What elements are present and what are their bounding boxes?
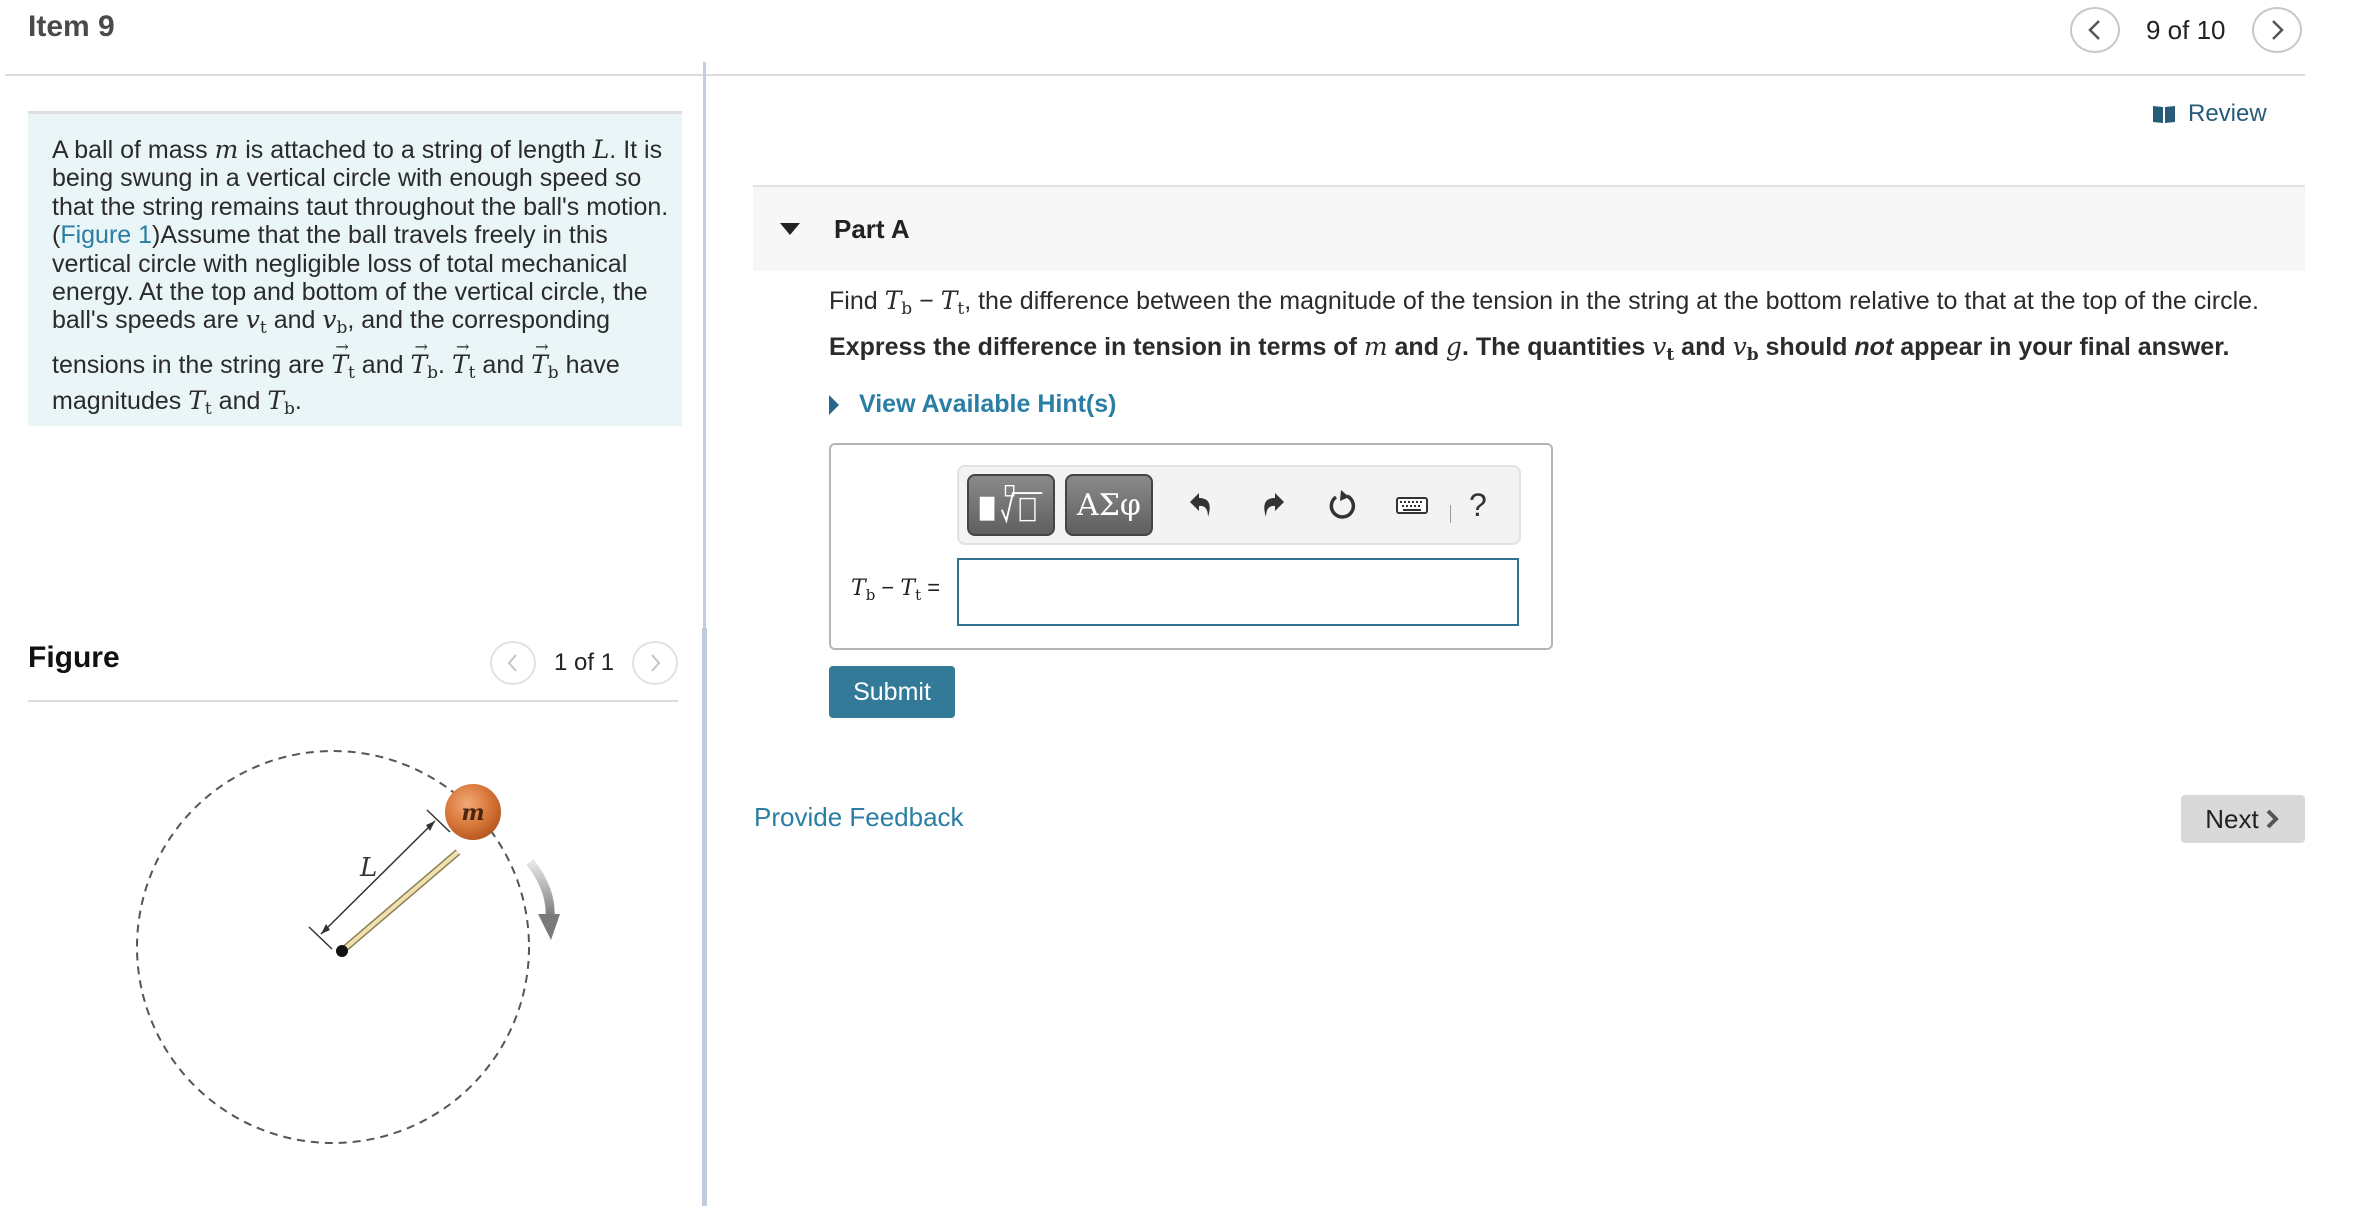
problem-line: (Figure 1)Assume that the ball travels f…	[52, 221, 608, 250]
label-var-a: T	[851, 576, 866, 601]
figure-link[interactable]: Figure 1	[60, 221, 152, 249]
next-item-button[interactable]	[2251, 7, 2302, 53]
pivot-point	[336, 945, 348, 957]
problem-line: vertical circle with negligible loss of …	[52, 249, 628, 278]
math-variable: vt	[245, 305, 267, 339]
top-bar: Item 9 9 of 10	[0, 0, 2358, 74]
label-equals: =	[921, 575, 941, 600]
symbols-button[interactable]: ΑΣφ	[1065, 474, 1153, 536]
view-hints-toggle[interactable]: View Available Hint(s)	[829, 390, 1116, 419]
math-variable: L	[592, 135, 610, 164]
math-variable: m	[214, 135, 239, 164]
review-link[interactable]: Review	[2152, 100, 2267, 128]
math-vector: Tt	[331, 333, 355, 383]
item-title: Item 9	[28, 10, 115, 43]
label-var-b: T	[900, 576, 916, 601]
math-variable: vb	[1732, 332, 1759, 365]
left-panel: A ball of mass m is attached to a string…	[0, 76, 700, 1206]
part-a-header[interactable]: Part A	[753, 185, 2305, 271]
review-label: Review	[2188, 100, 2267, 127]
rotation-arrow	[526, 859, 555, 919]
problem-line: A ball of mass m is attached to a string…	[52, 135, 663, 164]
answer-input[interactable]	[957, 558, 1519, 626]
rotation-arrow-head	[538, 914, 560, 940]
chevron-left-icon	[507, 654, 517, 672]
answer-label: Tb − Tt =	[851, 575, 940, 604]
reset-button[interactable]	[1322, 485, 1362, 525]
question-text: Find Tb − Tt, the difference between the…	[829, 286, 2259, 319]
next-button[interactable]: Next	[2181, 795, 2305, 843]
figure-pager-text: 1 of 1	[554, 649, 615, 676]
chevron-right-icon	[2266, 809, 2279, 829]
undo-icon	[1190, 493, 1210, 517]
math-variable: Tb	[884, 286, 913, 319]
redo-icon	[1264, 493, 1284, 517]
math-vector: Tt	[452, 333, 476, 383]
chevron-right-icon	[2271, 20, 2284, 40]
problem-line: magnitudes Tt and Tb.	[52, 386, 302, 420]
math-variable: Tb	[267, 386, 295, 420]
keyboard-icon	[1396, 497, 1428, 514]
problem-statement: A ball of mass m is attached to a string…	[28, 111, 682, 426]
math-vector: Tb	[410, 333, 438, 383]
length-label: L	[359, 853, 377, 883]
next-label: Next	[2205, 803, 2259, 834]
figure-pager: 1 of 1	[490, 641, 679, 685]
left-panel-scrollbar[interactable]	[702, 628, 707, 1206]
problem-line: being swung in a vertical circle with en…	[52, 164, 642, 193]
math-variable: m	[1363, 332, 1388, 361]
math-variable: Tt	[188, 386, 212, 420]
redo-button[interactable]	[1252, 485, 1292, 525]
math-variable: g	[1445, 332, 1462, 361]
toolbar-separator	[1450, 505, 1451, 523]
hint-label: View Available Hint(s)	[859, 390, 1117, 418]
previous-item-button[interactable]	[2070, 7, 2120, 53]
math-variable: Tt	[940, 286, 965, 319]
emphasis: not	[1854, 333, 1894, 361]
caret-right-icon	[829, 394, 839, 415]
reset-icon	[1329, 490, 1356, 519]
figure-title: Figure	[28, 641, 120, 674]
item-pager: 9 of 10	[2070, 6, 2302, 54]
math-vector: Tb	[531, 333, 559, 383]
book-icon	[2153, 106, 2175, 123]
keyboard-button[interactable]	[1392, 485, 1432, 525]
math-variable: vt	[1652, 332, 1675, 365]
chevron-left-icon	[2088, 20, 2100, 40]
figure-divider	[28, 700, 678, 702]
figure-image: L m	[136, 750, 560, 1144]
answer-box: ΑΣφ ? Tb − Tt =	[829, 443, 1553, 650]
undo-button[interactable]	[1182, 485, 1222, 525]
panel-divider	[703, 62, 706, 628]
chevron-right-icon	[651, 654, 661, 672]
part-title: Part A	[834, 213, 910, 244]
previous-figure-button[interactable]	[490, 641, 536, 685]
provide-feedback-link[interactable]: Provide Feedback	[754, 802, 964, 833]
problem-line: tensions in the string are Tt and Tb. Tt…	[52, 333, 658, 387]
problem-line: energy. At the top and bottom of the ver…	[52, 278, 648, 307]
label-sub-a: b	[865, 586, 876, 604]
math-variable: vb	[322, 305, 348, 339]
mass-label: m	[461, 800, 484, 826]
question-instruction: Express the difference in tension in ter…	[829, 332, 2230, 365]
help-button[interactable]: ?	[1469, 487, 1487, 524]
templates-icon	[979, 484, 1043, 524]
problem-line: that the string remains taut throughout …	[52, 192, 669, 221]
item-pager-text: 9 of 10	[2146, 14, 2226, 45]
caret-down-icon	[780, 223, 800, 235]
label-minus: −	[875, 575, 901, 600]
math-toolbar: ΑΣφ ?	[957, 465, 1521, 545]
templates-button[interactable]	[967, 474, 1055, 536]
problem-line: ball's speeds are vt and vb, and the cor…	[52, 305, 611, 339]
next-figure-button[interactable]	[632, 641, 679, 685]
submit-button[interactable]: Submit	[829, 666, 955, 718]
